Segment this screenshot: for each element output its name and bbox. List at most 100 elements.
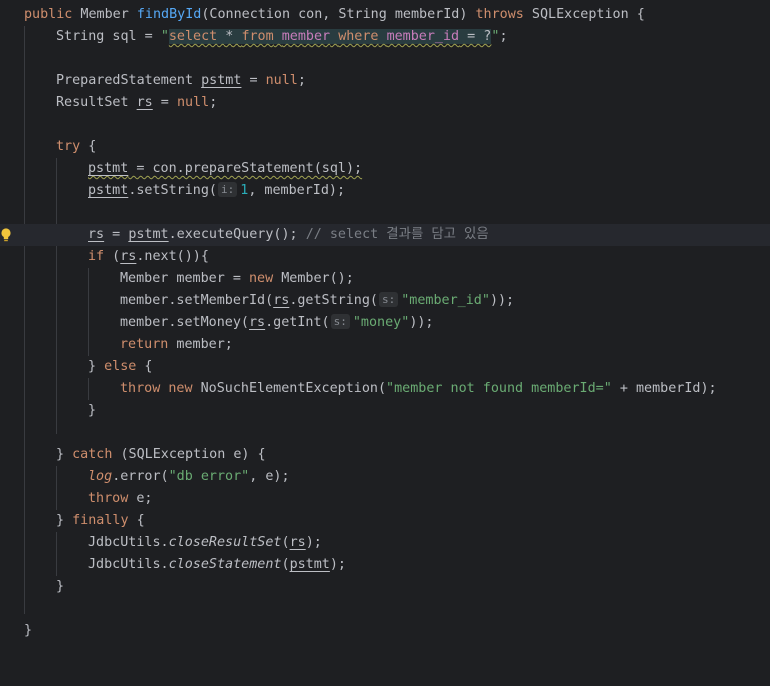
code-text: } [56,447,73,462]
static-method: closeStatement [168,557,282,572]
code-text: } [88,403,97,418]
keyword: try [56,139,81,154]
variable: pstmt [201,73,242,88]
parameter-hint: s: [330,314,350,329]
code-text: (Connection con, String memberId) [201,7,476,22]
code-text: ; [297,73,306,88]
code-line[interactable]: log.error("db error", e); [0,466,770,488]
code-text: = con.prepareStatement(sql); [128,161,363,176]
variable: rs [88,227,105,242]
variable: pstmt [88,183,129,198]
code-line[interactable]: } catch (SQLException e) { [0,444,770,466]
code-line[interactable]: PreparedStatement pstmt = null; [0,70,770,92]
sql-identifier: member [281,29,331,44]
code-line[interactable]: pstmt = con.prepareStatement(sql); [0,158,770,180]
sql-identifier: member_id [386,29,460,44]
code-text: .next()){ [136,249,209,264]
code-line[interactable]: public Member findById(Connection con, S… [0,4,770,26]
variable: rs [120,249,137,264]
code-text: ( [104,249,121,264]
code-text: String sql = [56,29,161,44]
code-text: PreparedStatement [56,73,202,88]
code-text: , memberId); [248,183,346,198]
code-line-current[interactable]: rs = pstmt.executeQuery(); // select 결과를… [0,224,770,246]
code-line[interactable]: String sql = "select * from member where… [0,26,770,48]
code-text: JdbcUtils. [88,535,169,550]
string-literal: "db error" [168,469,250,484]
code-line[interactable]: member.setMemberId(rs.getString(s: "membe… [0,290,770,312]
code-text: { [80,139,97,154]
code-line[interactable]: JdbcUtils.closeResultSet(rs); [0,532,770,554]
code-text: } [88,359,105,374]
sql-keyword: where [338,29,379,44]
sql-keyword: select [168,29,218,44]
method-name: findById [136,7,202,22]
static-method: closeResultSet [168,535,282,550]
code-text: ResultSet [56,95,137,110]
variable: pstmt [289,557,330,572]
parameter-hint: s: [379,292,399,307]
code-text: .error( [112,469,169,484]
code-line[interactable]: } else { [0,356,770,378]
code-text: { [136,359,153,374]
code-text: (SQLException e) { [112,447,266,462]
assignment-statement: pstmt = con.prepareStatement(sql); [88,161,362,176]
code-text: JdbcUtils. [88,557,169,572]
code-text: Member member = [120,271,249,286]
code-line[interactable]: } [0,620,770,642]
keyword: finally [72,513,129,528]
sql-query: select * from member where member_id = ? [168,29,492,44]
code-line[interactable]: if (rs.next()){ [0,246,770,268]
code-editor[interactable]: public Member findById(Connection con, S… [0,0,770,652]
static-field: log [88,469,113,484]
code-text: { [128,513,145,528]
code-line[interactable]: return member; [0,334,770,356]
code-text: } [24,623,33,638]
variable: rs [289,535,306,550]
code-text: e; [128,491,153,506]
keyword: null [176,95,210,110]
keyword: catch [72,447,113,462]
code-text: = [241,73,266,88]
code-text: ( [281,535,290,550]
code-text: Member(); [273,271,354,286]
variable: rs [136,95,153,110]
string-literal: "money" [352,315,410,330]
code-text: ( [281,557,290,572]
code-line[interactable]: Member member = new Member(); [0,268,770,290]
code-line[interactable]: ResultSet rs = null; [0,92,770,114]
code-text: ; [499,29,508,44]
sql-text: * [217,29,242,44]
variable: pstmt [128,227,169,242]
code-line[interactable]: member.setMoney(rs.getInt(s: "money")); [0,312,770,334]
code-text: NoSuchElementException( [192,381,387,396]
code-line[interactable]: } [0,576,770,598]
variable: rs [273,293,290,308]
keyword: if [88,249,105,264]
keyword: throw [120,381,161,396]
code-text: Member [72,7,137,22]
variable: rs [249,315,266,330]
code-text: .executeQuery(); [168,227,306,242]
lightbulb-icon[interactable] [0,227,12,243]
code-line[interactable]: try { [0,136,770,158]
code-line[interactable]: pstmt.setString(i: 1, memberId); [0,180,770,202]
keyword: throws [475,7,524,22]
code-text: member; [168,337,233,352]
string-literal: " [160,29,169,44]
keyword: else [104,359,137,374]
code-line[interactable]: JdbcUtils.closeStatement(pstmt); [0,554,770,576]
sql-text: = ? [459,29,492,44]
code-text: } [56,579,65,594]
code-text: )); [409,315,434,330]
code-text: member.setMoney( [120,315,249,330]
code-text: ); [305,535,322,550]
code-line[interactable]: throw new NoSuchElementException("member… [0,378,770,400]
string-literal: "member_id" [401,293,490,308]
code-line[interactable]: throw e; [0,488,770,510]
code-text: .getString( [289,293,378,308]
code-line[interactable]: } finally { [0,510,770,532]
code-line[interactable]: } [0,400,770,422]
